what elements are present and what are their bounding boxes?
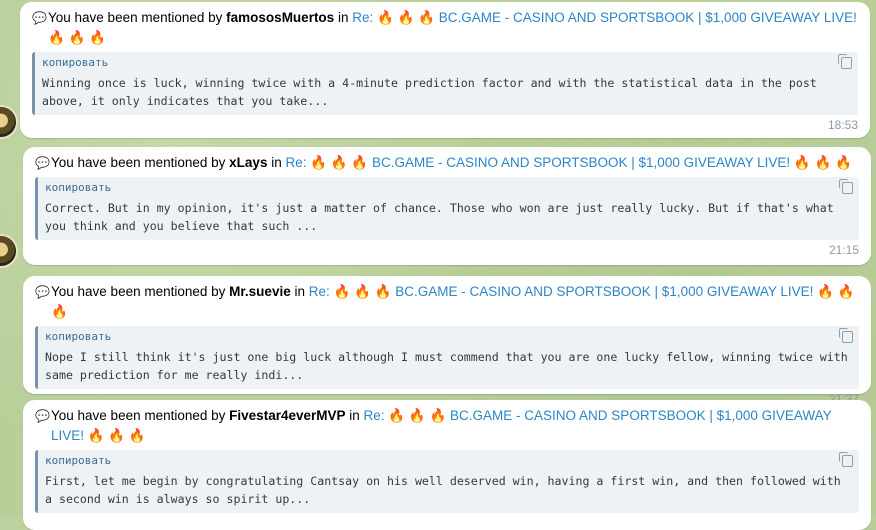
copy-label[interactable]: копировать [45, 329, 851, 345]
copy-icon[interactable] [838, 54, 852, 69]
message-bubble: 💬You have been mentioned by Mr.suevie in… [23, 276, 871, 406]
speech-bubble-icon: 💬 [35, 156, 50, 170]
quote-block: копировать First, let me begin by congra… [35, 450, 859, 513]
copy-label[interactable]: копировать [42, 55, 850, 71]
copy-label[interactable]: копировать [45, 180, 851, 196]
reply-prefix-link[interactable]: Re: [309, 284, 330, 299]
mention-username[interactable]: Mr.suevie [229, 284, 291, 299]
mention-prefix: You have been mentioned by [51, 408, 226, 423]
message-header: 💬You have been mentioned by Fivestar4eve… [35, 406, 859, 446]
speech-bubble-icon: 💬 [35, 285, 50, 299]
message-header: 💬You have been mentioned by xLays in Re:… [35, 153, 859, 173]
quote-block: копировать Winning once is luck, winning… [32, 52, 858, 115]
quote-text: First, let me begin by congratulating Ca… [45, 474, 841, 506]
mention-in: in [337, 10, 349, 25]
copy-label[interactable]: копировать [45, 453, 851, 469]
mention-username[interactable]: Fivestar4everMVP [229, 408, 345, 423]
mention-in: in [271, 155, 282, 170]
reply-prefix-link[interactable]: Re: [286, 155, 307, 170]
fire-emojis-before: 🔥 🔥 🔥 [333, 284, 392, 299]
fire-emojis-before: 🔥 🔥 🔥 [310, 155, 369, 170]
fire-emojis-before: 🔥 🔥 🔥 [388, 408, 447, 423]
mention-in: in [294, 284, 305, 299]
message-bubble: 💬You have been mentioned by Fivestar4eve… [23, 400, 871, 530]
message-bubble: 💬You have been mentioned by xLays in Re:… [23, 147, 871, 265]
avatar[interactable] [0, 236, 16, 266]
copy-icon[interactable] [839, 179, 853, 194]
message-time: 21:15 [828, 243, 859, 257]
topic-title-link[interactable]: BC.GAME - CASINO AND SPORTSBOOK | $1,000… [395, 284, 813, 299]
topic-title-link[interactable]: BC.GAME - CASINO AND SPORTSBOOK | $1,000… [372, 155, 790, 170]
speech-bubble-icon: 💬 [32, 11, 47, 25]
fire-emojis-after: 🔥 🔥 🔥 [793, 155, 852, 170]
copy-icon[interactable] [839, 328, 853, 343]
topic-title-link[interactable]: BC.GAME - CASINO AND SPORTSBOOK | $1,000… [439, 10, 857, 25]
quote-text: Winning once is luck, winning twice with… [42, 76, 817, 108]
mention-username[interactable]: famososMuertos [226, 10, 334, 25]
quote-text: Correct. But in my opinion, it's just a … [45, 201, 834, 233]
reply-prefix-link[interactable]: Re: [352, 10, 373, 25]
mention-prefix: You have been mentioned by [51, 155, 226, 170]
mention-prefix: You have been mentioned by [48, 10, 223, 25]
fire-emojis-before: 🔥 🔥 🔥 [377, 10, 435, 25]
message-time: 18:53 [827, 118, 858, 132]
mention-in: in [349, 408, 360, 423]
fire-emojis-after: 🔥 🔥 🔥 [87, 428, 146, 443]
speech-bubble-icon: 💬 [35, 409, 50, 423]
quote-text: Nope I still think it's just one big luc… [45, 350, 848, 382]
avatar[interactable] [0, 107, 16, 137]
reply-prefix-link[interactable]: Re: [364, 408, 385, 423]
message-header: 💬You have been mentioned by famososMuert… [32, 8, 858, 48]
quote-block: копировать Nope I still think it's just … [35, 326, 859, 389]
quote-block: копировать Correct. But in my opinion, i… [35, 177, 859, 240]
mention-username[interactable]: xLays [229, 155, 267, 170]
fire-emojis-after: 🔥 🔥 🔥 [48, 30, 106, 45]
copy-icon[interactable] [839, 452, 853, 467]
message-header: 💬You have been mentioned by Mr.suevie in… [35, 282, 859, 322]
mention-prefix: You have been mentioned by [51, 284, 226, 299]
message-bubble: 💬You have been mentioned by famososMuert… [20, 2, 870, 138]
